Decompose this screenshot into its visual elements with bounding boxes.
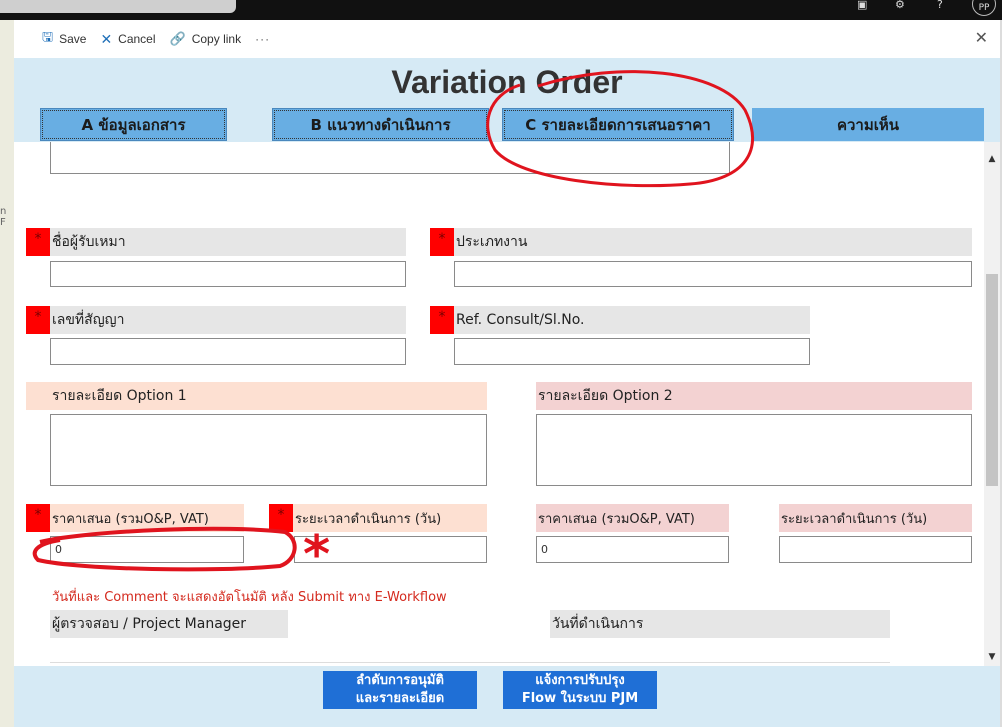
required-marker: *	[269, 504, 293, 532]
approval-button-line1: ลำดับการอนุมัติ	[356, 673, 444, 688]
tab-comments[interactable]: ความเห็น	[752, 108, 984, 141]
approval-button-line2: และรายละเอียด	[355, 691, 445, 706]
vertical-scrollbar[interactable]: ▲ ▼	[984, 142, 1000, 666]
option2-detail-label: รายละเอียด Option 2	[536, 382, 972, 410]
scroll-down-icon[interactable]: ▼	[984, 652, 1000, 662]
command-bar: 🖫 Save ✕ Cancel 🔗 Copy link ···	[14, 20, 1000, 58]
save-label: Save	[59, 32, 87, 46]
option1-detail-textarea[interactable]	[50, 414, 487, 486]
footer-bar: ลำดับการอนุมัติ และรายละเอียด แจ้งการปรั…	[14, 666, 1000, 727]
contract-no-label: เลขที่สัญญา	[50, 306, 406, 334]
save-icon: 🖫	[42, 29, 54, 44]
work-type-input[interactable]	[454, 261, 972, 287]
tab-a-document-info[interactable]: A ข้อมูลเอกสาร	[40, 108, 227, 141]
required-marker: *	[430, 306, 454, 334]
browser-top-bar: ▣ ⚙ ? PP	[0, 0, 1002, 20]
work-type-label: ประเภทงาน	[454, 228, 972, 256]
notify-flow-update-button[interactable]: แจ้งการปรับปรุง Flow ในระบบ PJM	[503, 671, 657, 709]
option1-duration-input[interactable]	[294, 536, 487, 563]
scrollbar-thumb[interactable]	[986, 274, 998, 486]
option1-price-label: ราคาเสนอ (รวมO&P, VAT)	[26, 504, 244, 532]
option2-duration-input[interactable]	[779, 536, 972, 563]
option1-detail-label: รายละเอียด Option 1	[26, 382, 487, 410]
form-title: Variation Order	[391, 64, 623, 100]
required-marker: *	[26, 504, 50, 532]
more-button[interactable]: ···	[255, 32, 270, 46]
option2-price-input[interactable]: 0	[536, 536, 729, 563]
option2-detail-textarea[interactable]	[536, 414, 972, 486]
tab-b-approach[interactable]: B แนวทางดำเนินการ	[272, 108, 489, 141]
close-icon[interactable]: ✕	[975, 28, 988, 47]
browser-tab[interactable]	[0, 0, 236, 13]
divider	[50, 662, 890, 663]
scroll-up-icon[interactable]: ▲	[984, 154, 1000, 164]
reviewer-label: ผู้ตรวจสอบ / Project Manager	[50, 610, 288, 638]
title-band: Variation Order	[14, 58, 1000, 106]
avatar[interactable]: PP	[972, 0, 996, 16]
copy-link-label: Copy link	[191, 32, 242, 46]
background-text-fragment: n F	[0, 206, 7, 228]
save-button[interactable]: 🖫 Save	[42, 28, 86, 50]
notify-button-line1: แจ้งการปรับปรุง	[535, 673, 625, 688]
background-page-strip: n F	[0, 20, 14, 727]
gear-icon[interactable]: ⚙	[895, 0, 905, 10]
required-marker: *	[430, 228, 454, 256]
required-marker: *	[26, 228, 50, 256]
option2-price-label: ราคาเสนอ (รวมO&P, VAT)	[536, 504, 729, 532]
cancel-label: Cancel	[118, 32, 156, 46]
notify-button-line2: Flow ในระบบ PJM	[521, 691, 639, 706]
option1-duration-label: ระยะเวลาดำเนินการ (วัน)	[269, 504, 487, 532]
help-icon[interactable]: ?	[937, 0, 943, 10]
cancel-icon: ✕	[100, 30, 113, 47]
section-tabs: A ข้อมูลเอกสาร B แนวทางดำเนินการ C รายละ…	[14, 106, 1000, 142]
ref-consult-label: Ref. Consult/Sl.No.	[454, 306, 810, 334]
ref-consult-input[interactable]	[454, 338, 810, 365]
chat-icon[interactable]: ▣	[857, 0, 867, 10]
form-scroll-area[interactable]: * ชื่อผู้รับเหมา * ประเภทงาน * เลขที่สัญ…	[14, 142, 984, 666]
tab-c-quotation-details[interactable]: C รายละเอียดการเสนอราคา	[502, 108, 734, 141]
workflow-note: วันที่และ Comment จะแสดงอัตโนมัติ หลัง S…	[52, 590, 447, 605]
edit-form-panel: 🖫 Save ✕ Cancel 🔗 Copy link ··· ✕ Variat…	[14, 20, 1000, 727]
copy-link-button[interactable]: 🔗 Copy link	[170, 31, 242, 47]
previous-textarea[interactable]	[50, 142, 730, 174]
option1-price-input[interactable]: 0	[50, 536, 244, 563]
contractor-name-label: ชื่อผู้รับเหมา	[50, 228, 406, 256]
required-marker: *	[26, 306, 50, 334]
option2-duration-label: ระยะเวลาดำเนินการ (วัน)	[779, 504, 972, 532]
contractor-name-input[interactable]	[50, 261, 406, 287]
cancel-button[interactable]: ✕ Cancel	[100, 31, 155, 48]
contract-no-input[interactable]	[50, 338, 406, 365]
link-icon: 🔗	[169, 31, 186, 46]
approval-order-button[interactable]: ลำดับการอนุมัติ และรายละเอียด	[323, 671, 477, 709]
operation-date-label: วันที่ดำเนินการ	[550, 610, 890, 638]
